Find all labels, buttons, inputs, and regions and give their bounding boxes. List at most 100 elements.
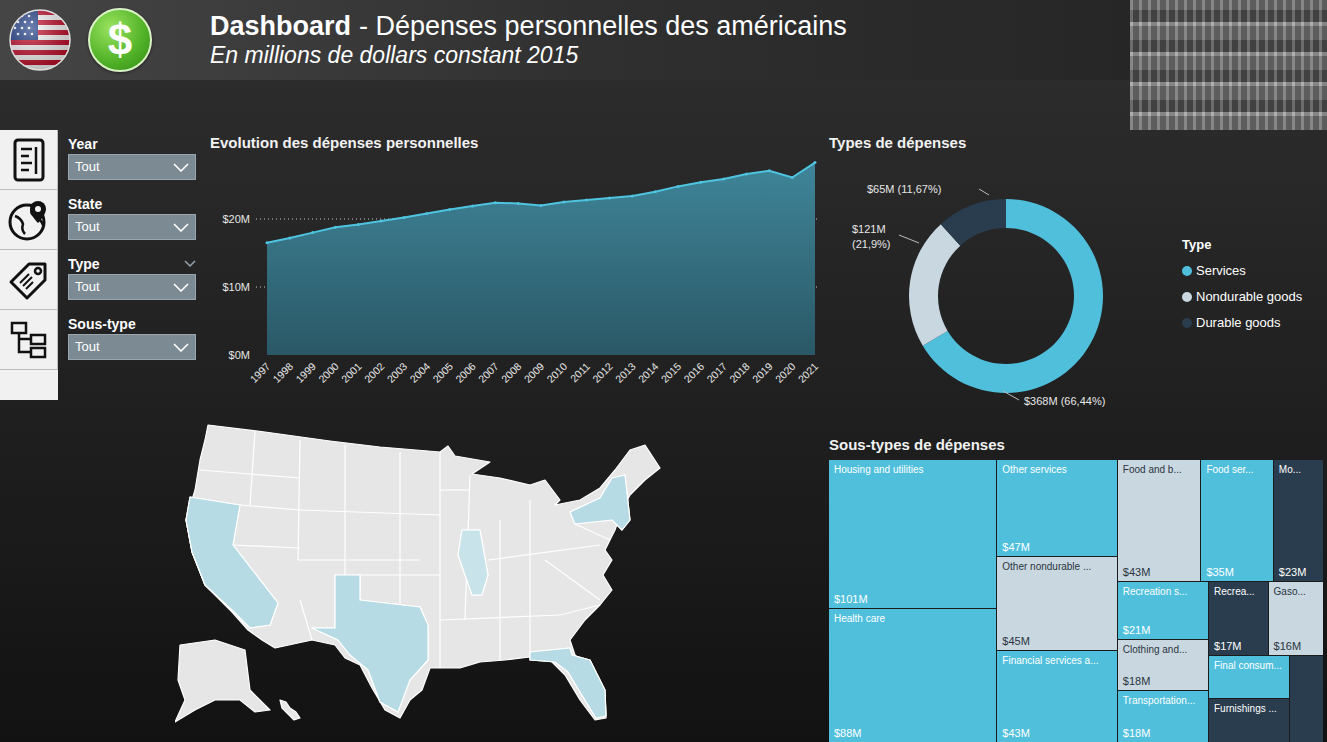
x-tick: 2013 — [613, 360, 638, 385]
store-photo — [1130, 0, 1327, 130]
treemap-tile[interactable]: Mo...$23M — [1274, 460, 1323, 581]
data-point[interactable] — [814, 161, 817, 164]
treemap-tile[interactable]: Furnishings ... — [1209, 699, 1289, 742]
state-region[interactable] — [280, 700, 300, 720]
state-border — [300, 600, 312, 640]
data-point[interactable] — [471, 205, 474, 208]
data-point[interactable] — [448, 208, 451, 211]
filter-dropdown[interactable]: Tout — [68, 214, 196, 240]
x-tick: 2021 — [795, 360, 820, 385]
data-point[interactable] — [585, 199, 588, 202]
data-point[interactable] — [768, 169, 771, 172]
data-point[interactable] — [266, 241, 269, 244]
state-highlight[interactable] — [530, 648, 606, 718]
data-point[interactable] — [403, 216, 406, 219]
data-point[interactable] — [494, 201, 497, 204]
x-tick: 2012 — [590, 360, 615, 385]
title-bar: $ Dashboard- Dépenses personnelles des a… — [0, 0, 1130, 80]
donut-slice[interactable] — [941, 199, 1006, 246]
filter-group: Sous-type Tout — [68, 315, 196, 375]
treemap-tile[interactable]: Final consum... — [1209, 656, 1289, 698]
data-point[interactable] — [334, 226, 337, 229]
x-tick: 2002 — [362, 360, 387, 385]
state-border — [488, 545, 600, 560]
state-region[interactable] — [570, 475, 630, 530]
treemap-tile[interactable]: Food ser...$35M — [1201, 460, 1272, 581]
treemap-tile[interactable]: Gaso...$16M — [1269, 582, 1323, 655]
dollar-logo: $ — [88, 8, 152, 72]
state-highlight[interactable] — [186, 497, 278, 628]
x-tick: 2004 — [407, 360, 432, 385]
data-point[interactable] — [699, 181, 702, 184]
state-highlight[interactable] — [458, 530, 488, 595]
state-highlight[interactable] — [570, 475, 630, 530]
state-border — [300, 510, 440, 515]
report-button[interactable] — [0, 130, 58, 190]
state-region[interactable] — [175, 640, 270, 722]
state-region[interactable] — [530, 648, 606, 718]
treemap-tile[interactable]: Health care$88M — [829, 609, 996, 742]
treemap-tile[interactable]: Recreation s... $21M — [1118, 582, 1208, 639]
treemap-tile[interactable]: Clothing and...$18M — [1118, 640, 1208, 691]
treemap-tile[interactable]: Food and b...$43M — [1118, 460, 1201, 581]
legend-dot — [1182, 318, 1192, 328]
data-point[interactable] — [311, 231, 314, 234]
filter-group: YearTout — [68, 135, 196, 195]
data-point[interactable] — [608, 196, 611, 199]
legend-item[interactable]: Durable goods — [1182, 310, 1302, 336]
title-rest: - Dépenses personnelles des américains — [359, 11, 847, 41]
treemap-tile[interactable]: Financial services a...$43M — [997, 651, 1117, 742]
us-map[interactable] — [175, 420, 675, 730]
dropdown-value: Tout — [75, 337, 100, 357]
treemap-tile[interactable]: Other services$47M — [997, 460, 1117, 556]
x-tick: 2000 — [316, 360, 341, 385]
map-button[interactable] — [0, 190, 58, 250]
data-point[interactable] — [380, 220, 383, 223]
x-tick: 1997 — [247, 360, 272, 385]
data-point[interactable] — [562, 201, 565, 204]
data-point[interactable] — [357, 223, 360, 226]
treemap-tile[interactable]: Other nondurable ...$45M — [997, 557, 1117, 651]
data-point[interactable] — [517, 202, 520, 205]
data-point[interactable] — [791, 176, 794, 179]
donut-slice[interactable] — [923, 199, 1103, 393]
subtype-button[interactable] — [0, 310, 58, 370]
tile-value: $35M — [1206, 565, 1268, 579]
data-point[interactable] — [745, 173, 748, 176]
state-highlight[interactable] — [312, 575, 428, 712]
legend-item[interactable]: Services — [1182, 258, 1302, 284]
state-region[interactable] — [312, 575, 428, 712]
header: $ Dashboard- Dépenses personnelles des a… — [0, 0, 1327, 130]
tile-label: Clothing and... — [1123, 643, 1204, 656]
filter-dropdown[interactable]: Tout — [68, 274, 196, 300]
data-point[interactable] — [631, 194, 634, 197]
x-tick: 1999 — [293, 360, 318, 385]
data-point[interactable] — [540, 204, 543, 207]
legend-dot — [1182, 292, 1192, 302]
tile-label: Recreation s... — [1123, 585, 1204, 598]
data-point[interactable] — [654, 190, 657, 193]
treemap-tile[interactable]: Housing and utilities$101M — [829, 460, 996, 608]
tile-value: $21M — [1123, 623, 1204, 637]
filter-label: Sous-type — [68, 315, 136, 333]
data-point[interactable] — [288, 237, 291, 240]
tile-value: $88M — [834, 726, 992, 740]
type-button[interactable] — [0, 250, 58, 310]
data-point[interactable] — [425, 212, 428, 215]
legend-item[interactable]: Nondurable goods — [1182, 284, 1302, 310]
filter-dropdown[interactable]: Tout — [68, 154, 196, 180]
treemap-tile[interactable]: Recrea...$17M — [1209, 582, 1268, 655]
state-region[interactable] — [458, 530, 488, 595]
state-border — [499, 520, 500, 660]
tile-value: $43M — [1123, 565, 1197, 579]
title-block: Dashboard- Dépenses personnelles des amé… — [210, 11, 847, 70]
filter-hint-icon[interactable] — [184, 260, 196, 268]
data-point[interactable] — [677, 185, 680, 188]
filter-dropdown[interactable]: Tout — [68, 334, 196, 360]
state-region[interactable] — [186, 425, 660, 720]
treemap-tile[interactable] — [1290, 656, 1323, 742]
state-region[interactable] — [186, 497, 278, 628]
treemap-tile[interactable]: Transportation...$18M — [1118, 691, 1208, 742]
data-point[interactable] — [722, 177, 725, 180]
state-border — [545, 560, 600, 600]
